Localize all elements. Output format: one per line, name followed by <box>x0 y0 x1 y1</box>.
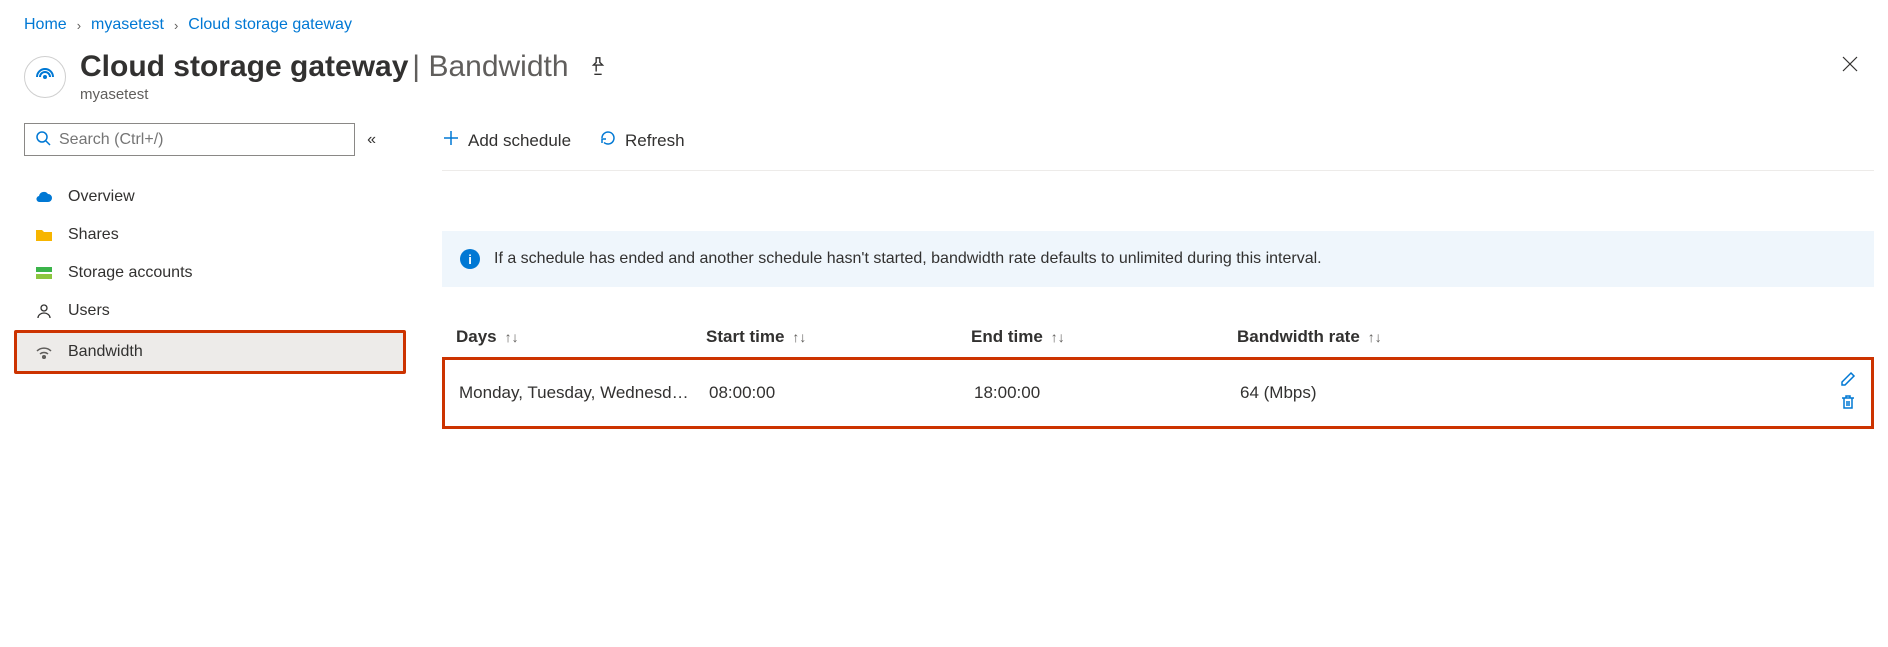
schedule-table: Days↑↓ Start time↑↓ End time↑↓ Bandwidth… <box>442 317 1874 429</box>
add-schedule-button[interactable]: Add schedule <box>442 129 571 152</box>
cell-rate: 64 (Mbps) <box>1240 383 1797 403</box>
wifi-icon <box>34 345 54 359</box>
collapse-sidebar-icon[interactable]: « <box>367 131 376 149</box>
refresh-icon <box>599 129 617 152</box>
folder-icon <box>34 228 54 242</box>
sidebar-item-shares[interactable]: Shares <box>24 216 384 254</box>
close-icon[interactable] <box>1836 50 1864 84</box>
breadcrumb-home[interactable]: Home <box>24 16 67 34</box>
sidebar: « Overview Shares Storage accounts Users <box>24 123 384 429</box>
main-content: Add schedule Refresh i If a schedule has… <box>384 123 1874 429</box>
sidebar-item-storage[interactable]: Storage accounts <box>24 254 384 292</box>
delete-icon[interactable] <box>1839 393 1857 411</box>
table-header-row: Days↑↓ Start time↑↓ End time↑↓ Bandwidth… <box>442 317 1874 357</box>
storage-icon <box>34 266 54 280</box>
table-row[interactable]: Monday, Tuesday, Wednesd… 08:00:00 18:00… <box>442 357 1874 429</box>
chevron-right-icon: › <box>174 18 178 33</box>
sort-icon: ↑↓ <box>1051 329 1065 345</box>
pin-icon[interactable] <box>587 55 609 80</box>
sort-icon: ↑↓ <box>792 329 806 345</box>
breadcrumb-page[interactable]: Cloud storage gateway <box>188 16 352 34</box>
plus-icon <box>442 129 460 152</box>
column-header-rate[interactable]: Bandwidth rate↑↓ <box>1237 327 1800 347</box>
column-header-start[interactable]: Start time↑↓ <box>706 327 971 347</box>
toolbar: Add schedule Refresh <box>442 123 1874 171</box>
search-icon <box>35 130 51 149</box>
sidebar-item-users[interactable]: Users <box>24 292 384 330</box>
refresh-button[interactable]: Refresh <box>599 129 685 152</box>
sidebar-item-overview[interactable]: Overview <box>24 178 384 216</box>
chevron-right-icon: › <box>77 18 81 33</box>
info-icon: i <box>460 249 480 269</box>
column-header-days[interactable]: Days↑↓ <box>446 327 706 347</box>
cell-days: Monday, Tuesday, Wednesd… <box>449 383 709 403</box>
column-header-end[interactable]: End time↑↓ <box>971 327 1237 347</box>
breadcrumb-resource[interactable]: myasetest <box>91 16 164 34</box>
page-title: Cloud storage gateway | Bandwidth <box>80 50 569 84</box>
page-header: Cloud storage gateway | Bandwidth myaset… <box>0 42 1888 123</box>
sort-icon: ↑↓ <box>505 329 519 345</box>
info-text: If a schedule has ended and another sche… <box>494 250 1322 268</box>
cloud-icon <box>34 190 54 204</box>
resource-gateway-icon <box>24 56 66 98</box>
search-box[interactable] <box>24 123 355 156</box>
page-subtitle: myasetest <box>80 86 1836 103</box>
edit-icon[interactable] <box>1839 370 1857 388</box>
sort-icon: ↑↓ <box>1368 329 1382 345</box>
search-input[interactable] <box>59 131 344 149</box>
breadcrumb: Home › myasetest › Cloud storage gateway <box>0 0 1888 42</box>
info-banner: i If a schedule has ended and another sc… <box>442 231 1874 287</box>
user-icon <box>34 303 54 319</box>
cell-start: 08:00:00 <box>709 383 974 403</box>
sidebar-item-bandwidth[interactable]: Bandwidth <box>14 330 406 374</box>
cell-end: 18:00:00 <box>974 383 1240 403</box>
